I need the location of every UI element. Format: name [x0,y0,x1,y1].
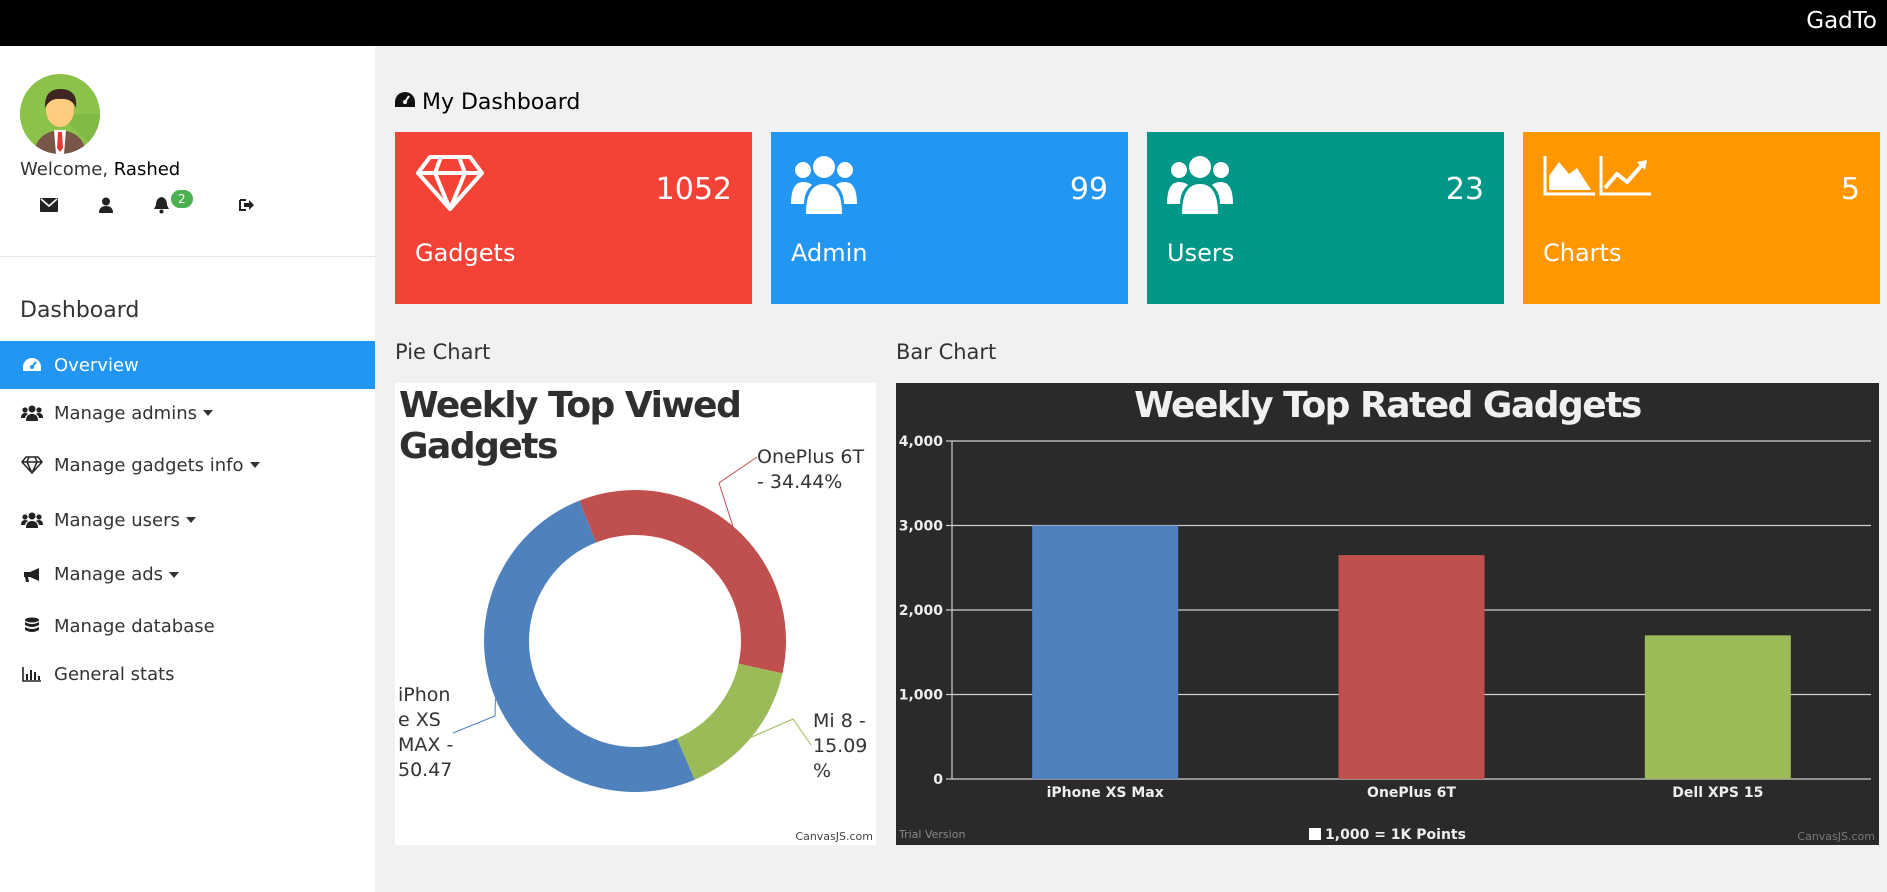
users-icon [791,154,857,220]
card-label: Gadgets [415,239,516,267]
pie-leader-line [452,698,496,734]
pie-slice[interactable] [484,500,695,792]
card-label: Charts [1543,239,1622,267]
chevron-down-icon [249,462,260,468]
pie-chart-canvas: OnePlus 6T - 34.44% Mi 8 -15.09 % iPhon e XS M… [398,446,867,792]
sidebar-item-manage-ads[interactable]: Manage ads [0,547,375,602]
y-tick-label: 4,000 [899,434,944,450]
sidebar-item-label: Manage database [54,615,215,637]
bullhorn-icon [20,565,44,585]
x-tick-label: Dell XPS 15 [1672,785,1763,801]
sidebar-item-label: Overview [54,354,139,376]
card-value: 23 [1445,172,1484,207]
bar-chart-canvas: 0 1,000 2,000 3,000 4,000 iPhone XS Max OnePlu… [899,434,1871,801]
card-gadgets[interactable]: 1052 Gadgets [395,132,752,304]
x-tick-label: OnePlus 6T [1367,785,1456,801]
bar-credit[interactable]: CanvasJS.com [1797,830,1875,843]
card-users[interactable]: 23 Users [1147,132,1504,304]
envelope-icon[interactable] [38,194,60,216]
sidebar-item-manage-gadgets-info[interactable]: Manage gadgets info [0,437,375,493]
dashboard-icon [394,90,416,115]
pie-slice[interactable] [676,663,783,780]
legend-label: 1,000 = 1K Points [1325,827,1466,843]
sidebar-item-label: Manage admins [54,402,197,424]
y-tick-label: 1,000 [899,688,944,704]
pie-label: OnePlus 6T - 34.44% [757,446,864,493]
user-actions: 2 [38,190,278,218]
user-name: Rashed [113,159,181,180]
sidebar-item-general-stats[interactable]: General stats [0,650,375,698]
notification-badge: 2 [171,190,193,208]
diamond-icon [415,154,485,216]
pie-slice[interactable] [579,490,786,674]
x-tick-label: iPhone XS Max [1047,785,1164,801]
avatar[interactable] [20,74,100,154]
chevron-down-icon [185,517,196,523]
y-tick-label: 0 [933,772,943,788]
sidebar-item-overview[interactable]: Overview [0,341,375,389]
card-label: Users [1167,239,1235,267]
y-tick-label: 2,000 [899,603,944,619]
bar[interactable] [1338,555,1485,779]
sidebar-item-label: Manage ads [54,564,164,585]
users-icon [20,510,44,530]
pie-label: Mi 8 -15.09% [813,710,867,782]
sidebar: Welcome, Rashed 2 Dashboard Overview Man… [0,46,375,892]
legend-swatch [1309,828,1322,840]
bar[interactable] [1032,525,1179,780]
bell-icon[interactable] [150,194,172,216]
sidebar-divider [0,256,375,257]
welcome-text: Welcome, Rashed [20,159,180,180]
chevron-down-icon [203,410,213,416]
sidebar-item-manage-users[interactable]: Manage users [0,493,375,547]
bar[interactable] [1644,635,1791,779]
sign-out-icon[interactable] [236,194,258,216]
sidebar-item-label: Manage users [54,509,180,531]
brand-logo[interactable]: GadTo [1806,8,1877,34]
pie-chart: Weekly Top Viwed Gadgets OnePlus 6T - 34.… [395,383,876,845]
card-charts[interactable]: 5 Charts [1523,132,1880,304]
pie-label: iPhon e XS MAX -50.47 [398,684,453,781]
pie-section-label: Pie Chart [395,340,491,364]
page-title-text: My Dashboard [422,90,581,115]
sidebar-item-label: Manage gadgets info [54,454,244,476]
chevron-down-icon [169,571,180,578]
bar-legend[interactable]: 1,000 = 1K Points [896,827,1879,843]
sidebar-item-manage-database[interactable]: Manage database [0,602,375,650]
bar-section-label: Bar Chart [896,340,997,364]
card-value: 1052 [655,172,732,207]
bar-chart-icon [20,664,44,684]
card-label: Admin [791,239,868,267]
users-icon [1167,154,1233,220]
card-value: 5 [1840,172,1860,207]
pie-leader-line [718,456,758,527]
top-bar: GadTo [0,0,1887,46]
user-icon[interactable] [95,194,117,216]
welcome-prefix: Welcome, [20,159,109,180]
bar-chart: Weekly Top Rated Gadgets 0 1,000 2,000 3,00… [896,383,1879,845]
area-chart-icon [1543,154,1653,202]
sidebar-title: Dashboard [20,298,140,323]
page-title: My Dashboard [394,90,580,115]
y-tick-label: 3,000 [899,519,944,535]
pie-credit[interactable]: CanvasJS.com [795,830,873,843]
card-value: 99 [1069,172,1108,207]
diamond-icon [20,455,44,475]
card-admin[interactable]: 99 Admin [771,132,1128,304]
dashboard-icon [20,355,44,375]
database-icon [20,616,44,636]
sidebar-nav: Overview Manage admins Manage gadgets in… [0,341,375,698]
users-icon [20,403,44,423]
sidebar-item-manage-admins[interactable]: Manage admins [0,389,375,437]
sidebar-item-label: General stats [54,663,175,685]
